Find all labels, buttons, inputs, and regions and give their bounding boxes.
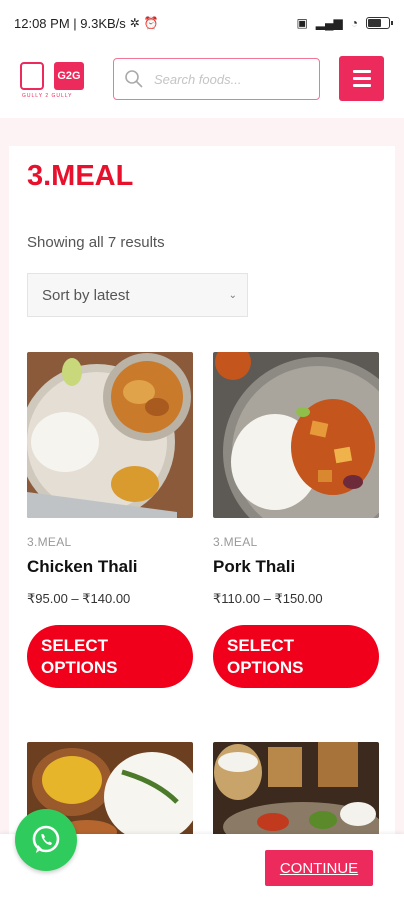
product-price: ₹110.00 – ₹150.00 (213, 591, 323, 606)
logo-badge: G2G (54, 62, 84, 90)
product-card: 3.MEAL Chicken Thali ₹95.00 – ₹140.00 SE… (27, 352, 193, 688)
site-header: G2G GULLY 2 GULLY (0, 46, 404, 118)
status-time: 12:08 PM | 9.3KB/s (14, 15, 126, 31)
select-options-button[interactable]: SELECT OPTIONS (213, 625, 379, 688)
sort-value: Sort by latest (42, 286, 130, 304)
menu-icon-line (352, 84, 371, 87)
results-count: Showing all 7 results (27, 234, 165, 251)
chevron-down-icon: ⌄ (228, 289, 237, 301)
site-logo[interactable]: G2G GULLY 2 GULLY (20, 60, 84, 100)
select-options-button[interactable]: SELECT OPTIONS (27, 625, 193, 688)
search-icon (125, 70, 143, 88)
status-left: 12:08 PM | 9.3KB/s ✲ ⏰ (14, 16, 159, 31)
alarm-icon: ⏰ (143, 16, 159, 30)
sort-select[interactable]: Sort by latest ⌄ (27, 273, 248, 317)
product-image-chicken-thali[interactable] (27, 352, 193, 518)
product-price: ₹95.00 – ₹140.00 (27, 591, 131, 606)
product-name[interactable]: Pork Thali (213, 557, 379, 577)
product-category: 3.MEAL (27, 535, 72, 549)
product-card: 3.MEAL Pork Thali ₹110.00 – ₹150.00 SELE… (213, 352, 379, 688)
logo-tagline: GULLY 2 GULLY (22, 93, 73, 99)
product-name[interactable]: Chicken Thali (27, 557, 193, 577)
search-input[interactable] (154, 71, 304, 87)
battery-icon (366, 17, 393, 29)
wifi-icon: ◔ (350, 16, 358, 30)
menu-icon-line (352, 70, 371, 73)
menu-icon-line (352, 77, 371, 80)
status-bar: 12:08 PM | 9.3KB/s ✲ ⏰ ▣ ▂▄▆ ◔ (0, 0, 404, 46)
product-image-pork-thali[interactable] (213, 352, 379, 518)
status-right: ▣ ▂▄▆ ◔ (296, 16, 393, 30)
menu-button[interactable] (339, 56, 384, 101)
gear-icon: ✲ (129, 16, 140, 30)
sim-icon: ▣ (296, 16, 308, 30)
content-card: 3.MEAL Showing all 7 results Sort by lat… (9, 146, 395, 900)
logo-phone-icon (20, 62, 44, 90)
whatsapp-button[interactable] (15, 809, 77, 871)
product-category: 3.MEAL (213, 535, 258, 549)
signal-icon: ▂▄▆ (315, 16, 343, 30)
page-title: 3.MEAL (27, 160, 134, 192)
product-image-thali[interactable] (213, 742, 379, 842)
whatsapp-icon (32, 825, 60, 853)
search-box[interactable] (113, 58, 320, 100)
continue-button[interactable]: CONTINUE (265, 850, 373, 886)
